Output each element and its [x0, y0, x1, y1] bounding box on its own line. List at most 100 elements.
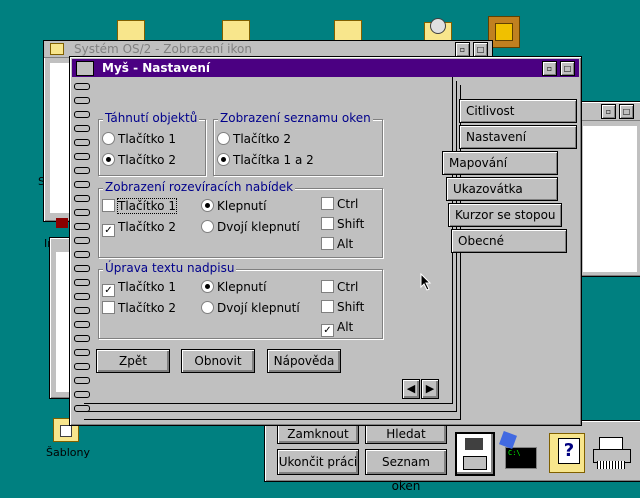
edit-dblclick-label: Dvojí klepnutí: [217, 301, 300, 315]
checkbox-unchecked-icon: [102, 301, 115, 314]
menu-button2-checkbox[interactable]: ✓ Tlačítko 2: [102, 220, 176, 237]
templates-folder-label[interactable]: Šablony: [46, 446, 90, 459]
checkbox-unchecked-icon: [321, 197, 334, 210]
command-prompt-icon[interactable]: C:\: [499, 431, 537, 469]
bg-window-minimize-icon[interactable]: ▫: [455, 42, 470, 57]
spiral-ring: [74, 125, 90, 132]
edit-alt-label: Alt: [337, 320, 354, 334]
bg-window-sysmenu-icon[interactable]: [50, 43, 64, 55]
edit-shift-label: Shift: [337, 300, 365, 314]
shredder-icon[interactable]: [593, 437, 631, 471]
help-icon[interactable]: ?: [549, 433, 585, 473]
bg-right-window-client: [583, 126, 637, 272]
drag-objects-group: Táhnutí objektů Tlačítko 1 Tlačítko 2: [98, 111, 206, 176]
drag-button2-radio[interactable]: Tlačítko 2: [102, 153, 176, 167]
prev-page-arrow-icon[interactable]: ◀: [402, 379, 420, 399]
spiral-ring: [74, 153, 90, 160]
find-button[interactable]: Hledat: [365, 424, 447, 444]
window-list-button[interactable]: Seznam oken: [365, 449, 447, 493]
edit-button1-checkbox[interactable]: ✓ Tlačítko 1: [102, 280, 176, 297]
floppy-drive-icon[interactable]: [455, 432, 495, 476]
tab-obecne[interactable]: Obecné: [451, 229, 567, 253]
spiral-ring: [74, 139, 90, 146]
tab-citlivost[interactable]: Citlivost: [459, 99, 577, 123]
desktop-folder-icon[interactable]: [222, 20, 250, 42]
edit-button2-label: Tlačítko 2: [118, 301, 176, 315]
tab-kurzor-se-stopou[interactable]: Kurzor se stopou: [448, 203, 562, 227]
spiral-ring: [74, 265, 90, 272]
spiral-ring: [74, 279, 90, 286]
spiral-ring: [74, 363, 90, 370]
edit-shift-checkbox[interactable]: Shift: [321, 300, 364, 314]
bg-right-minimize-icon[interactable]: ▫: [601, 104, 616, 119]
tab-mapovani[interactable]: Mapování: [442, 151, 558, 175]
settings-minimize-icon[interactable]: ▫: [542, 61, 557, 76]
edit-dblclick-radio[interactable]: Dvojí klepnutí: [201, 301, 300, 315]
spiral-ring: [74, 349, 90, 356]
title-edit-group: Úprava textu nadpisu ✓ Tlačítko 1 Tlačítk…: [98, 261, 383, 339]
radio-on-icon: [102, 153, 115, 166]
checkbox-checked-icon: ✓: [102, 284, 115, 297]
drag-button2-label: Tlačítko 2: [118, 153, 176, 167]
tab-ukazovatka[interactable]: Ukazovátka: [446, 177, 558, 201]
spiral-ring: [74, 97, 90, 104]
mouse-settings-window[interactable]: Myš - Nastavení ▫ □ Táhnutí objektů Tlač…: [69, 56, 582, 426]
menu-alt-label: Alt: [337, 237, 354, 251]
popup-menu-group: Zobrazení rozevíracích nabídek Tlačítko …: [98, 180, 383, 258]
drag-objects-group-label: Táhnutí objektů: [103, 111, 200, 125]
list-buttons12-label: Tlačítka 1 a 2: [233, 153, 314, 167]
settings-sysmenu-icon[interactable]: [76, 61, 94, 76]
spiral-ring: [74, 181, 90, 188]
menu-shift-checkbox[interactable]: Shift: [321, 217, 364, 231]
menu-button1-checkbox[interactable]: Tlačítko 1: [102, 198, 177, 214]
desktop-cd-folder-icon[interactable]: [422, 16, 452, 42]
bg-left-window-strip: [56, 218, 68, 228]
settings-maximize-icon[interactable]: □: [560, 61, 575, 76]
menu-alt-checkbox[interactable]: Alt: [321, 237, 353, 251]
radio-on-icon: [201, 199, 214, 212]
list-button2-label: Tlačítko 2: [233, 132, 291, 146]
menu-click-label: Klepnutí: [217, 199, 267, 213]
list-button2-radio[interactable]: Tlačítko 2: [217, 132, 291, 146]
menu-dblclick-radio[interactable]: Dvojí klepnutí: [201, 220, 300, 234]
spiral-ring: [74, 111, 90, 118]
radio-off-icon: [201, 220, 214, 233]
settings-titlebar[interactable]: Myš - Nastavení ▫ □: [72, 59, 579, 77]
default-button[interactable]: Obnovit: [181, 349, 255, 373]
shutdown-button[interactable]: Ukončit práci: [277, 449, 359, 475]
menu-button1-label: Tlačítko 1: [117, 198, 177, 214]
edit-alt-checkbox[interactable]: ✓ Alt: [321, 320, 353, 337]
tab-nastaveni[interactable]: Nastavení: [459, 125, 577, 149]
edit-button2-checkbox[interactable]: Tlačítko 2: [102, 301, 176, 315]
edit-button1-label: Tlačítko 1: [118, 280, 176, 294]
mouse-pointer-icon: [420, 273, 432, 291]
menu-ctrl-label: Ctrl: [337, 197, 359, 211]
checkbox-checked-icon: ✓: [321, 324, 334, 337]
checkbox-unchecked-icon: [321, 217, 334, 230]
next-page-arrow-icon[interactable]: ▶: [421, 379, 439, 399]
undo-button[interactable]: Zpět: [96, 349, 170, 373]
title-edit-group-label: Úprava textu nadpisu: [103, 261, 237, 275]
edit-click-radio[interactable]: Klepnutí: [201, 280, 266, 294]
help-button[interactable]: Nápověda: [267, 349, 341, 373]
drag-button1-radio[interactable]: Tlačítko 1: [102, 132, 176, 146]
menu-ctrl-checkbox[interactable]: Ctrl: [321, 197, 358, 211]
radio-on-icon: [201, 280, 214, 293]
lock-button[interactable]: Zamknout: [277, 424, 359, 444]
desktop-folder-icon[interactable]: [334, 20, 362, 42]
bg-right-window-titlebar[interactable]: ▫ □: [577, 102, 640, 121]
menu-shift-label: Shift: [337, 217, 365, 231]
desktop-folder-icon[interactable]: [117, 20, 145, 42]
bg-window-maximize-icon[interactable]: □: [473, 42, 488, 57]
bg-right-maximize-icon[interactable]: □: [619, 104, 634, 119]
edit-ctrl-checkbox[interactable]: Ctrl: [321, 280, 358, 294]
list-buttons12-radio[interactable]: Tlačítka 1 a 2: [217, 153, 314, 167]
settings-title: Myš - Nastavení: [102, 61, 210, 75]
checkbox-unchecked-icon: [321, 280, 334, 293]
menu-button2-label: Tlačítko 2: [118, 220, 176, 234]
menu-click-radio[interactable]: Klepnutí: [201, 199, 266, 213]
spiral-ring: [74, 321, 90, 328]
spiral-ring: [74, 335, 90, 342]
bg-right-window[interactable]: ▫ □: [576, 101, 640, 277]
spiral-ring: [74, 237, 90, 244]
